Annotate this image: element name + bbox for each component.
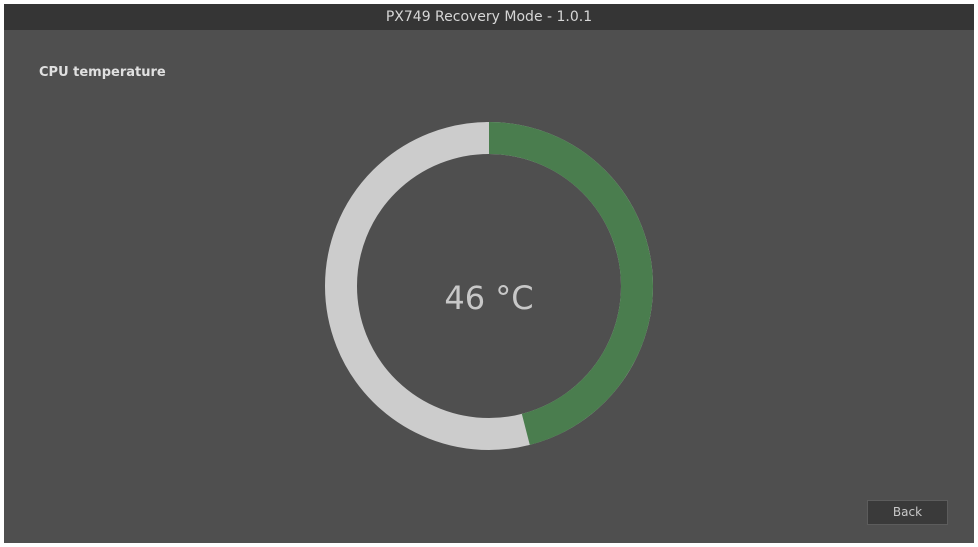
temperature-gauge: 46 °C	[324, 121, 654, 451]
window-title: PX749 Recovery Mode - 1.0.1	[385, 9, 593, 25]
section-title: CPU temperature	[39, 65, 166, 80]
recovery-window: PX749 Recovery Mode - 1.0.1 CPU temperat…	[4, 4, 974, 543]
temperature-value: 46 °C	[444, 279, 534, 317]
back-button[interactable]: Back	[867, 500, 948, 525]
title-bar: PX749 Recovery Mode - 1.0.1	[4, 4, 974, 30]
